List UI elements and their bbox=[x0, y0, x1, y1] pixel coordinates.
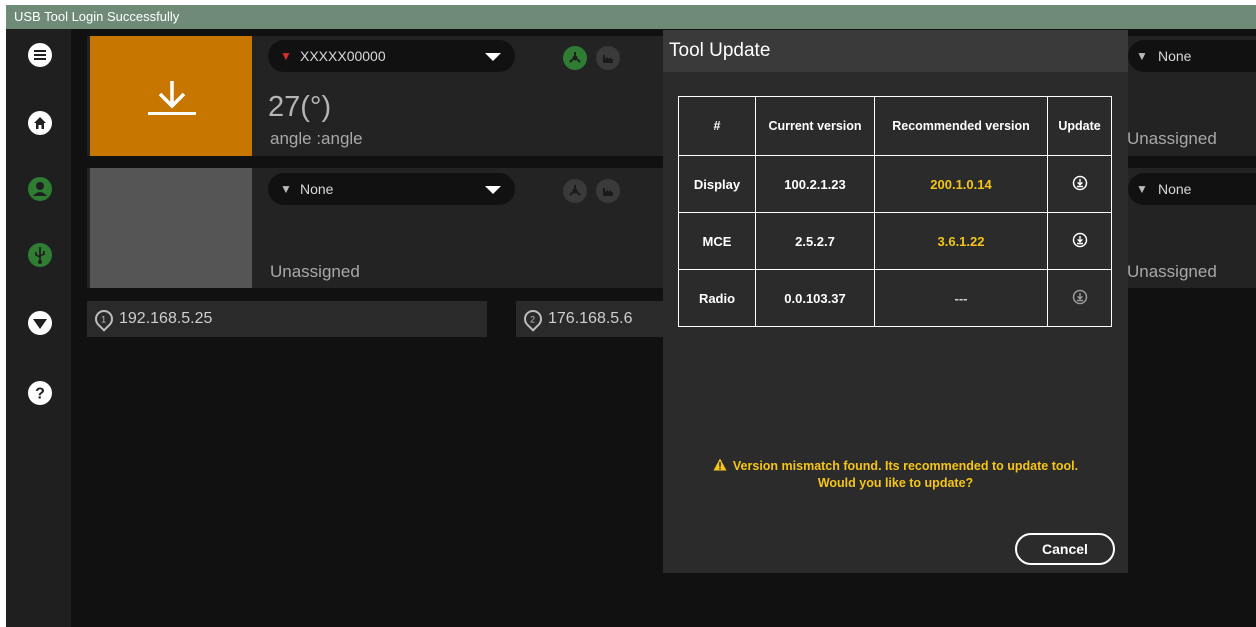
version-table: # Current version Recommended version Up… bbox=[678, 96, 1112, 327]
status-text: USB Tool Login Successfully bbox=[14, 9, 180, 24]
table-row: Display 100.2.1.23 200.1.0.14 bbox=[678, 155, 1112, 213]
table-row: Radio 0.0.103.37 --- bbox=[678, 269, 1112, 327]
column-header: # bbox=[678, 96, 756, 156]
controller-ip-text-2: 176.168.5.6 bbox=[548, 310, 633, 327]
usb-icon[interactable] bbox=[26, 241, 54, 269]
tool-label-1: angle :angle bbox=[270, 129, 363, 148]
tool-name-right-2: None bbox=[1158, 181, 1192, 197]
warning-text-line2: Would you like to update? bbox=[817, 476, 974, 490]
update-cell bbox=[1047, 212, 1112, 270]
current-version: 2.5.2.7 bbox=[755, 212, 875, 270]
tool-select-2[interactable]: ▼ None bbox=[268, 173, 515, 205]
tool-status-icon-2[interactable] bbox=[563, 179, 587, 203]
tool-icon: ▼ bbox=[1136, 49, 1148, 63]
component-name: Display bbox=[678, 155, 756, 213]
status-titlebar: USB Tool Login Successfully bbox=[6, 5, 1256, 29]
user-icon[interactable] bbox=[26, 175, 54, 203]
sidebar: ? bbox=[6, 29, 71, 627]
filter-icon[interactable] bbox=[26, 309, 54, 337]
table-header-row: # Current version Recommended version Up… bbox=[678, 96, 1112, 156]
tool-value-1: 27(°) bbox=[268, 91, 332, 123]
recommended-version: 200.1.0.14 bbox=[874, 155, 1048, 213]
controller-ip-text-1: 192.168.5.25 bbox=[119, 310, 213, 327]
tool-name-2: None bbox=[300, 181, 334, 197]
column-header: Recommended version bbox=[874, 96, 1048, 156]
tool-icon: ▼ bbox=[280, 49, 292, 63]
download-icon bbox=[148, 81, 196, 115]
location-pin-icon: 2 bbox=[520, 306, 546, 332]
update-download-icon[interactable] bbox=[1072, 232, 1088, 248]
controller-ip-2[interactable]: 2 176.168.5.6 bbox=[516, 301, 663, 337]
location-pin-icon: 1 bbox=[91, 306, 117, 332]
help-icon[interactable]: ? bbox=[26, 379, 54, 407]
component-name: MCE bbox=[678, 212, 756, 270]
tool-label-2: Unassigned bbox=[270, 262, 360, 281]
tool-select-right-1[interactable]: ▼ None bbox=[1128, 40, 1256, 72]
chevron-down-icon bbox=[485, 186, 501, 194]
tool-select-right-2[interactable]: ▼ None bbox=[1128, 173, 1256, 205]
update-download-icon-disabled bbox=[1072, 289, 1087, 304]
cancel-button[interactable]: Cancel bbox=[1015, 533, 1115, 565]
update-cell bbox=[1047, 269, 1112, 327]
warning-icon bbox=[713, 458, 727, 471]
app-window: USB Tool Login Successfully ? ▼ XXXXX000… bbox=[6, 5, 1256, 627]
factory-icon-2[interactable] bbox=[596, 179, 620, 203]
tool-label-right-2: Unassigned bbox=[1127, 262, 1217, 281]
home-icon[interactable] bbox=[26, 109, 54, 137]
warning-text-line1: Version mismatch found. Its recommended … bbox=[732, 459, 1079, 473]
tool-thumbnail-2[interactable] bbox=[90, 168, 252, 288]
tool-icon: ▼ bbox=[280, 182, 292, 196]
tool-thumbnail-1[interactable] bbox=[90, 36, 252, 156]
dialog-title-bar: Tool Update bbox=[663, 30, 1128, 72]
tool-name-right-1: None bbox=[1158, 48, 1192, 64]
update-download-icon[interactable] bbox=[1072, 175, 1088, 191]
tool-label-right-1: Unassigned bbox=[1127, 129, 1217, 148]
update-cell bbox=[1047, 155, 1112, 213]
recommended-version: --- bbox=[874, 269, 1048, 327]
tool-name-1: XXXXX00000 bbox=[300, 48, 386, 64]
dialog-title: Tool Update bbox=[669, 40, 771, 61]
component-name: Radio bbox=[678, 269, 756, 327]
table-row: MCE 2.5.2.7 3.6.1.22 bbox=[678, 212, 1112, 270]
controller-ip-1[interactable]: 1 192.168.5.25 bbox=[87, 301, 487, 337]
current-version: 100.2.1.23 bbox=[755, 155, 875, 213]
tool-update-dialog: Tool Update # Current version Recommende… bbox=[663, 30, 1128, 573]
column-header: Update bbox=[1047, 96, 1112, 156]
current-version: 0.0.103.37 bbox=[755, 269, 875, 327]
mismatch-warning: Version mismatch found. Its recommended … bbox=[663, 458, 1128, 492]
column-header: Current version bbox=[755, 96, 875, 156]
recommended-version: 3.6.1.22 bbox=[874, 212, 1048, 270]
tool-select-1[interactable]: ▼ XXXXX00000 bbox=[268, 40, 515, 72]
tool-status-icon-1[interactable] bbox=[563, 46, 587, 70]
menu-icon[interactable] bbox=[26, 41, 54, 69]
factory-icon-1[interactable] bbox=[596, 46, 620, 70]
svg-text:?: ? bbox=[35, 386, 45, 403]
chevron-down-icon bbox=[485, 53, 501, 61]
tool-icon: ▼ bbox=[1136, 182, 1148, 196]
